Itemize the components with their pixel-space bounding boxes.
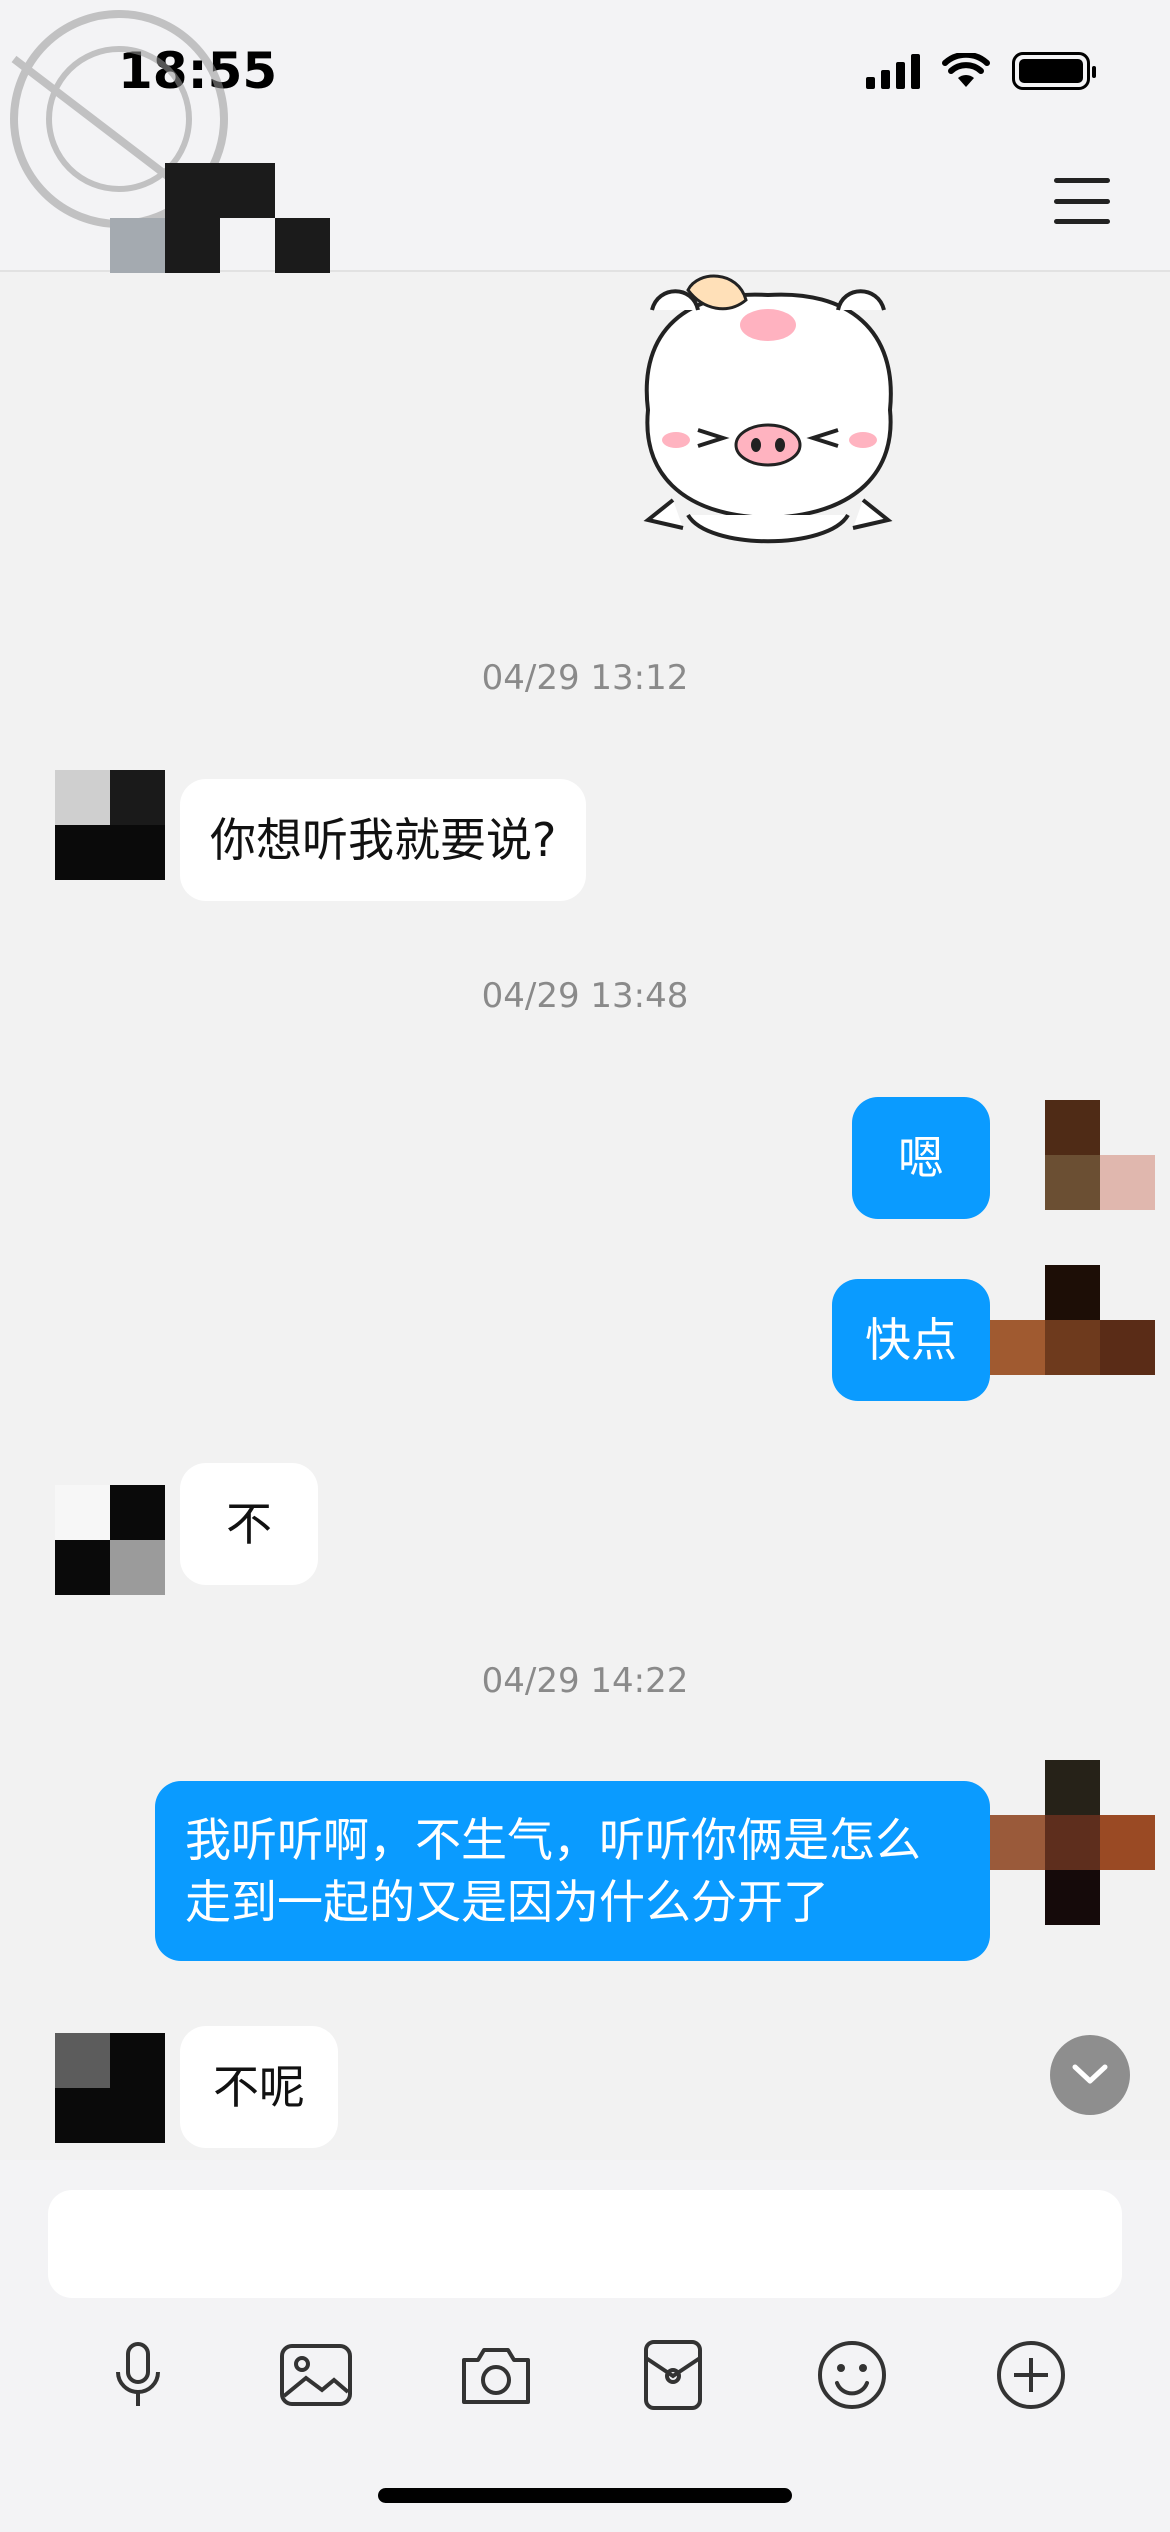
signal-icon — [866, 53, 920, 89]
message-bubble[interactable]: 快点 — [832, 1279, 990, 1401]
composer — [0, 2160, 1170, 2532]
message-bubble[interactable]: 你想听我就要说? — [180, 779, 587, 901]
message-bubble[interactable]: 嗯 — [852, 1097, 990, 1219]
chevron-down-icon — [1072, 2064, 1108, 2084]
contact-avatar[interactable] — [55, 1485, 165, 1595]
message-bubble[interactable]: 不呢 — [180, 2026, 338, 2148]
scroll-down-button[interactable] — [1050, 2035, 1130, 2115]
status-icons — [866, 52, 1096, 90]
user-avatar[interactable] — [990, 1265, 1155, 1375]
timestamp: 04/29 13:12 — [481, 658, 689, 698]
emoji-icon — [818, 2341, 886, 2409]
image-button[interactable] — [271, 2330, 361, 2420]
user-avatar[interactable] — [990, 1760, 1155, 1925]
home-indicator[interactable] — [378, 2488, 792, 2503]
chat-header: 18:55 — [0, 0, 1170, 273]
plus-button[interactable] — [986, 2330, 1076, 2420]
pig-sticker[interactable] — [628, 270, 908, 560]
timestamp: 04/29 14:22 — [481, 1661, 689, 1701]
red-packet-button[interactable] — [628, 2330, 718, 2420]
microphone-icon — [116, 2342, 160, 2406]
message-input[interactable] — [48, 2190, 1122, 2298]
battery-icon — [1012, 52, 1096, 90]
user-avatar[interactable] — [1045, 1100, 1155, 1210]
image-icon — [280, 2344, 352, 2406]
message-bubble[interactable]: 我听听啊，不生气，听听你俩是怎么走到一起的又是因为什么分开了 — [155, 1781, 990, 1961]
timestamp: 04/29 13:48 — [481, 976, 689, 1016]
composer-toolbar — [0, 2330, 1170, 2420]
wifi-icon — [942, 53, 990, 87]
plus-icon — [997, 2341, 1065, 2409]
camera-icon — [462, 2348, 530, 2404]
contact-avatar[interactable] — [55, 770, 165, 880]
contact-avatar[interactable] — [55, 2033, 165, 2143]
microphone-button[interactable] — [93, 2330, 183, 2420]
emoji-button[interactable] — [807, 2330, 897, 2420]
contact-name-redacted[interactable] — [110, 163, 330, 273]
red-packet-icon — [644, 2340, 702, 2410]
menu-icon[interactable] — [1054, 178, 1110, 224]
camera-button[interactable] — [451, 2330, 541, 2420]
message-bubble[interactable]: 不 — [180, 1463, 318, 1585]
